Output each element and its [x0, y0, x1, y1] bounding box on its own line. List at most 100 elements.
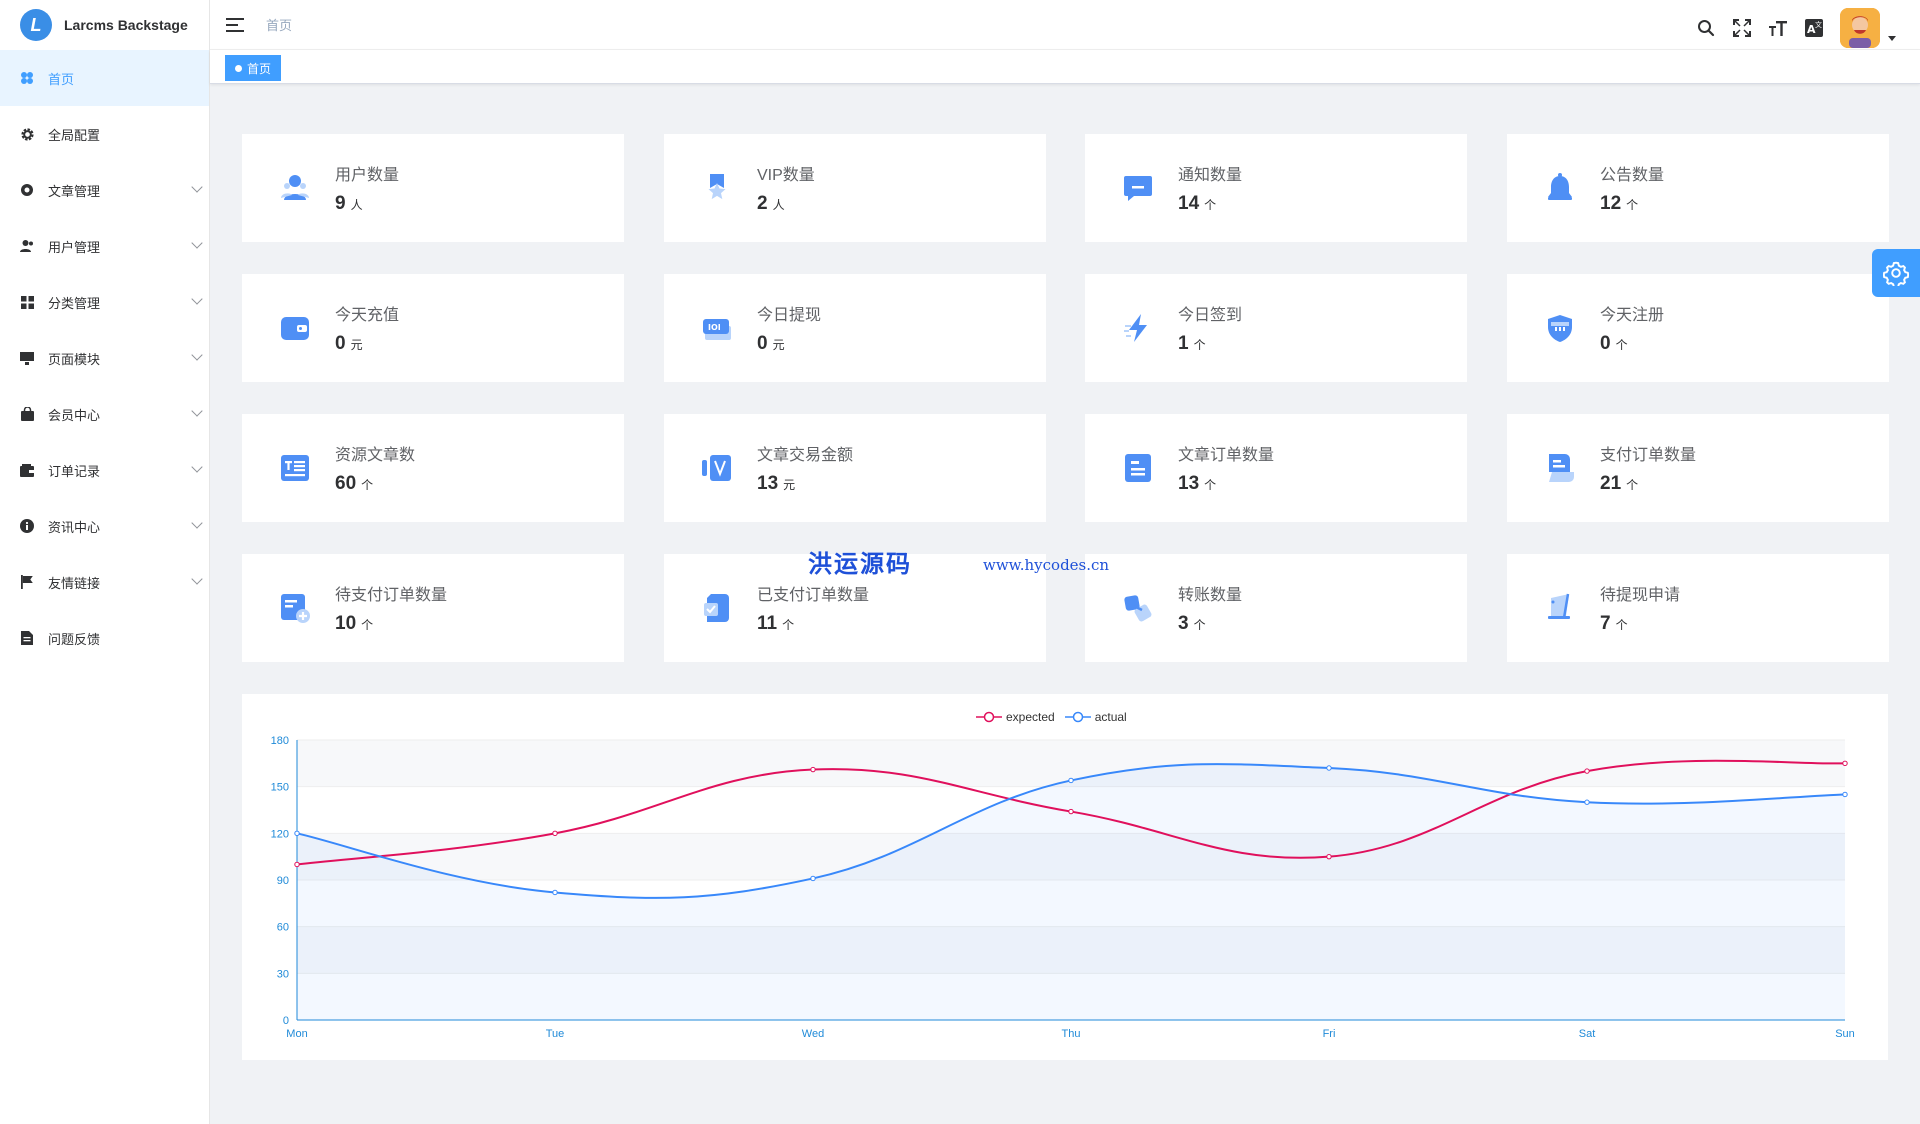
data-point-actual — [1326, 765, 1332, 771]
chevron-down-icon — [191, 461, 203, 473]
monitor-icon — [18, 349, 36, 367]
data-point-expected — [810, 766, 816, 773]
stat-card-label: 支付订单数量 — [1600, 447, 1697, 464]
stat-card[interactable]: 今日签到 1 个 — [1085, 274, 1467, 382]
breadcrumb[interactable]: 首页 — [266, 15, 292, 34]
wallet-icon — [18, 461, 36, 479]
sidebar-item-2[interactable]: 文章管理 — [0, 162, 209, 218]
y-tick-label: 180 — [271, 735, 289, 747]
search-icon[interactable] — [1696, 18, 1716, 38]
stat-card-text: 公告数量 12 个 — [1600, 161, 1664, 215]
line-chart: 0 30 60 90 120 150 180 Mon Tue Wed Thu Fri Sat Sun — [271, 735, 1855, 1040]
flag-icon — [18, 573, 36, 591]
stat-card-text: 转账数量 3 个 — [1178, 581, 1242, 635]
sidebar-item-4[interactable]: 分类管理 — [0, 274, 209, 330]
stat-card-text: VIP数量 2 人 — [757, 161, 815, 215]
stat-card[interactable]: 今天充值 0 元 — [242, 274, 624, 382]
stat-card-value: 11 个 — [757, 613, 795, 634]
sidebar-item-label: 首页 — [48, 71, 75, 87]
stat-card-value: 7个 — [1600, 613, 1628, 634]
chevron-down-icon — [191, 517, 203, 529]
x-tick-label: Fri — [1323, 1028, 1336, 1040]
data-point-expected — [1068, 808, 1074, 815]
sidebar-item-7[interactable]: 订单记录 — [0, 442, 209, 498]
stat-card[interactable]: 用户数量 9 人 — [242, 134, 624, 242]
gear-icon — [1883, 261, 1909, 286]
sidebar-item-label: 问题反馈 — [48, 631, 101, 647]
tag-active-dot — [235, 64, 242, 72]
sidebar-item-label: 订单记录 — [48, 463, 101, 479]
translate-icon[interactable]: A文 — [1804, 18, 1824, 38]
sidebar-item-8[interactable]: 资讯中心 — [0, 498, 209, 554]
stat-card-value: 1个 — [1178, 333, 1206, 354]
stat-card[interactable]: 资源文章数 60 个 — [242, 414, 624, 522]
svg-text:文: 文 — [1815, 20, 1822, 29]
avatar-dropdown-caret[interactable] — [1888, 35, 1896, 41]
stat-card-label: 今日提现 — [757, 307, 822, 324]
sidebar-item-0[interactable]: 首页 — [0, 50, 209, 106]
document-icon — [18, 629, 36, 647]
sidebar-item-5[interactable]: 页面模块 — [0, 330, 209, 386]
logo[interactable]: L Larcms Backstage — [0, 0, 209, 50]
stat-card-label: 待支付订单数量 — [335, 587, 448, 604]
dashboard-icon — [18, 69, 36, 87]
data-point-expected — [294, 861, 300, 868]
stat-card[interactable]: 文章订单数量 13 个 — [1085, 414, 1467, 522]
order-icon — [1120, 450, 1156, 486]
stat-card[interactable]: 通知数量 14 个 — [1085, 134, 1467, 242]
stat-card[interactable]: VIP数量 2 人 — [664, 134, 1046, 242]
watermark-url: www.hycodes.cn — [983, 556, 1110, 574]
sidebar-item-9[interactable]: 友情链接 — [0, 554, 209, 610]
sidebar-item-10[interactable]: 问题反馈 — [0, 610, 209, 666]
line-chart-panel: expected actual 0 30 60 90 120 150 180 Mon Tue Wed… — [242, 694, 1888, 1060]
stat-card[interactable]: 公告数量 12 个 — [1507, 134, 1889, 242]
y-tick-label: 90 — [277, 875, 289, 887]
stat-card-label: 待提现申请 — [1600, 587, 1681, 604]
stat-card[interactable]: 今天注册 0 个 — [1507, 274, 1889, 382]
stat-card[interactable]: 待支付订单数量 10 个 — [242, 554, 624, 662]
stat-card-value: 14 个 — [1178, 193, 1217, 214]
sidebar-item-label: 全局配置 — [48, 127, 101, 143]
info-icon — [18, 517, 36, 535]
sidebar-item-1[interactable]: 全局配置 — [0, 106, 209, 162]
stat-card-value: 0元 — [335, 333, 363, 354]
stat-card-unit: 个 — [1615, 338, 1628, 352]
fullscreen-icon[interactable] — [1732, 18, 1752, 38]
x-tick-label: Tue — [546, 1028, 565, 1040]
stat-card-value: 2人 — [757, 193, 785, 214]
watermark-title: 洪运源码 — [808, 549, 912, 578]
stat-card[interactable]: 待提现申请 7 个 — [1507, 554, 1889, 662]
stat-card[interactable]: 文章交易金额 13 元 — [664, 414, 1046, 522]
y-tick-label: 150 — [271, 782, 289, 794]
settings-drawer-button[interactable] — [1872, 249, 1920, 297]
sidebar-item-label: 资讯中心 — [48, 519, 101, 535]
svg-text:IOI: IOI — [708, 323, 721, 332]
stat-card-value: 3个 — [1178, 613, 1206, 634]
sidebar-item-label: 友情链接 — [48, 575, 101, 591]
bell-icon — [1542, 170, 1578, 206]
sidebar-item-3[interactable]: 用户管理 — [0, 218, 209, 274]
tag-home[interactable]: 首页 — [225, 55, 282, 81]
avatar[interactable] — [1840, 8, 1880, 48]
stat-card[interactable]: 转账数量 3 个 — [1085, 554, 1467, 662]
stat-card-value: 10 个 — [335, 613, 374, 634]
paid-icon — [699, 590, 735, 626]
data-point-expected — [552, 830, 558, 837]
stat-card-value: 12 个 — [1600, 193, 1639, 214]
hamburger-icon[interactable] — [226, 17, 244, 32]
tag-label: 首页 — [247, 61, 272, 76]
stat-card[interactable]: 支付订单数量 21 个 — [1507, 414, 1889, 522]
sidebar-item-label: 分类管理 — [48, 295, 101, 311]
stat-card[interactable]: IOI 今日提现 0 元 — [664, 274, 1046, 382]
user-icon — [277, 170, 313, 206]
sidebar-item-6[interactable]: 会员中心 — [0, 386, 209, 442]
y-tick-label: 0 — [283, 1015, 289, 1027]
receipt-icon — [1542, 450, 1578, 486]
font-size-icon[interactable] — [1768, 18, 1788, 38]
stat-card-text: 今天注册 0 个 — [1600, 301, 1664, 355]
navbar: 首页 A文 — [210, 0, 1920, 50]
stat-card-value: 0元 — [757, 333, 785, 354]
withdraw-icon — [1542, 590, 1578, 626]
shield-icon — [1542, 310, 1578, 346]
grid-icon — [18, 293, 36, 311]
